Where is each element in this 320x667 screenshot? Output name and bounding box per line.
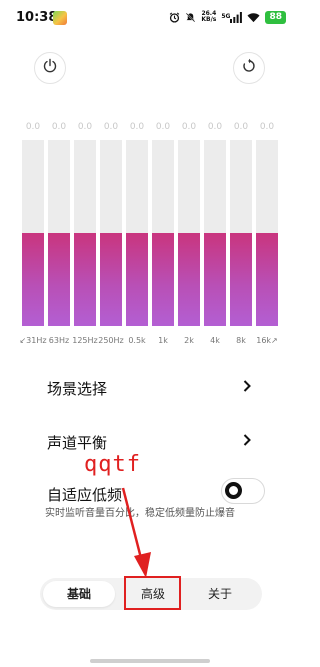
eq-band-fill	[22, 233, 44, 326]
eq-band-fill	[256, 233, 278, 326]
wifi-icon	[247, 12, 261, 23]
status-bar: 10:38 26.4 KB/s 5G 88	[0, 0, 300, 36]
network-type: 5G	[221, 13, 231, 20]
cellular-icon: 5G	[221, 11, 243, 23]
power-icon	[42, 58, 58, 78]
adaptive-bass-label: 自适应低频	[47, 486, 123, 504]
adaptive-bass-row: 自适应低频 实时监听音量百分比，稳定低频量防止爆音	[45, 478, 265, 519]
alarm-icon	[169, 12, 180, 23]
adaptive-bass-toggle[interactable]	[221, 478, 265, 504]
battery-indicator: 88	[265, 10, 286, 24]
status-time: 10:38	[16, 10, 58, 25]
scene-select-label: 场景选择	[47, 380, 108, 398]
scene-select-row[interactable]: 场景选择	[47, 374, 257, 400]
eq-band-track[interactable]	[178, 140, 200, 326]
eq-band-track[interactable]	[126, 140, 148, 326]
eq-band-fill	[178, 233, 200, 326]
eq-band-track[interactable]	[152, 140, 174, 326]
eq-band-value: 0.0	[259, 122, 275, 132]
eq-band-track[interactable]	[204, 140, 226, 326]
reset-icon	[241, 58, 257, 78]
eq-band-track[interactable]	[74, 140, 96, 326]
eq-band[interactable]: 0.0 4k	[204, 118, 226, 350]
adaptive-bass-description: 实时监听音量百分比，稳定低频量防止爆音	[45, 508, 235, 519]
eq-band-track[interactable]	[48, 140, 70, 326]
eq-band[interactable]: 0.0 ↙31Hz	[19, 118, 46, 350]
eq-band-track[interactable]	[230, 140, 252, 326]
channel-balance-label: 声道平衡	[47, 434, 108, 452]
eq-band-track[interactable]	[256, 140, 278, 326]
eq-band[interactable]: 0.0 125Hz	[72, 118, 97, 350]
eq-band[interactable]: 0.0 1k	[152, 118, 174, 350]
network-speed: 26.4 KB/s	[201, 11, 216, 23]
eq-band-fill	[152, 233, 174, 326]
reset-button[interactable]	[233, 52, 265, 84]
annotation-text: qqtf	[84, 452, 141, 477]
home-indicator[interactable]	[90, 659, 210, 663]
eq-band[interactable]: 0.0 250Hz	[98, 118, 123, 350]
network-speed-unit: KB/s	[201, 16, 217, 23]
eq-band[interactable]: 0.0 16k↗	[256, 118, 278, 350]
eq-band-fill	[48, 233, 70, 326]
app-notification-icon	[53, 11, 67, 25]
eq-band-track[interactable]	[100, 140, 122, 326]
chevron-right-icon	[243, 380, 251, 396]
channel-balance-row[interactable]: 声道平衡	[47, 428, 257, 454]
tab-about[interactable]: 关于	[190, 578, 250, 610]
eq-band-label: 16k↗	[256, 336, 278, 345]
power-button[interactable]	[34, 52, 66, 84]
toggle-knob	[225, 482, 242, 499]
chevron-right-icon	[243, 434, 251, 450]
annotation-highlight-box	[124, 576, 181, 610]
eq-band-fill	[204, 233, 226, 326]
eq-band[interactable]: 0.0 8k	[230, 118, 252, 350]
eq-band-fill	[126, 233, 148, 326]
tab-basic[interactable]: 基础	[43, 581, 115, 607]
equalizer-panel: 0.0 ↙31Hz 0.0 63Hz 0.0 125Hz 0.0 250Hz 0.0 0.5k 0.…	[19, 118, 282, 350]
eq-band[interactable]: 0.0 63Hz	[48, 118, 70, 350]
eq-band-track[interactable]	[22, 140, 44, 326]
eq-band-fill	[100, 233, 122, 326]
eq-band[interactable]: 0.0 0.5k	[126, 118, 148, 350]
eq-band-fill	[230, 233, 252, 326]
eq-band[interactable]: 0.0 2k	[178, 118, 200, 350]
status-icons: 26.4 KB/s 5G 88	[169, 9, 286, 25]
eq-band-fill	[74, 233, 96, 326]
mute-icon	[185, 12, 196, 23]
